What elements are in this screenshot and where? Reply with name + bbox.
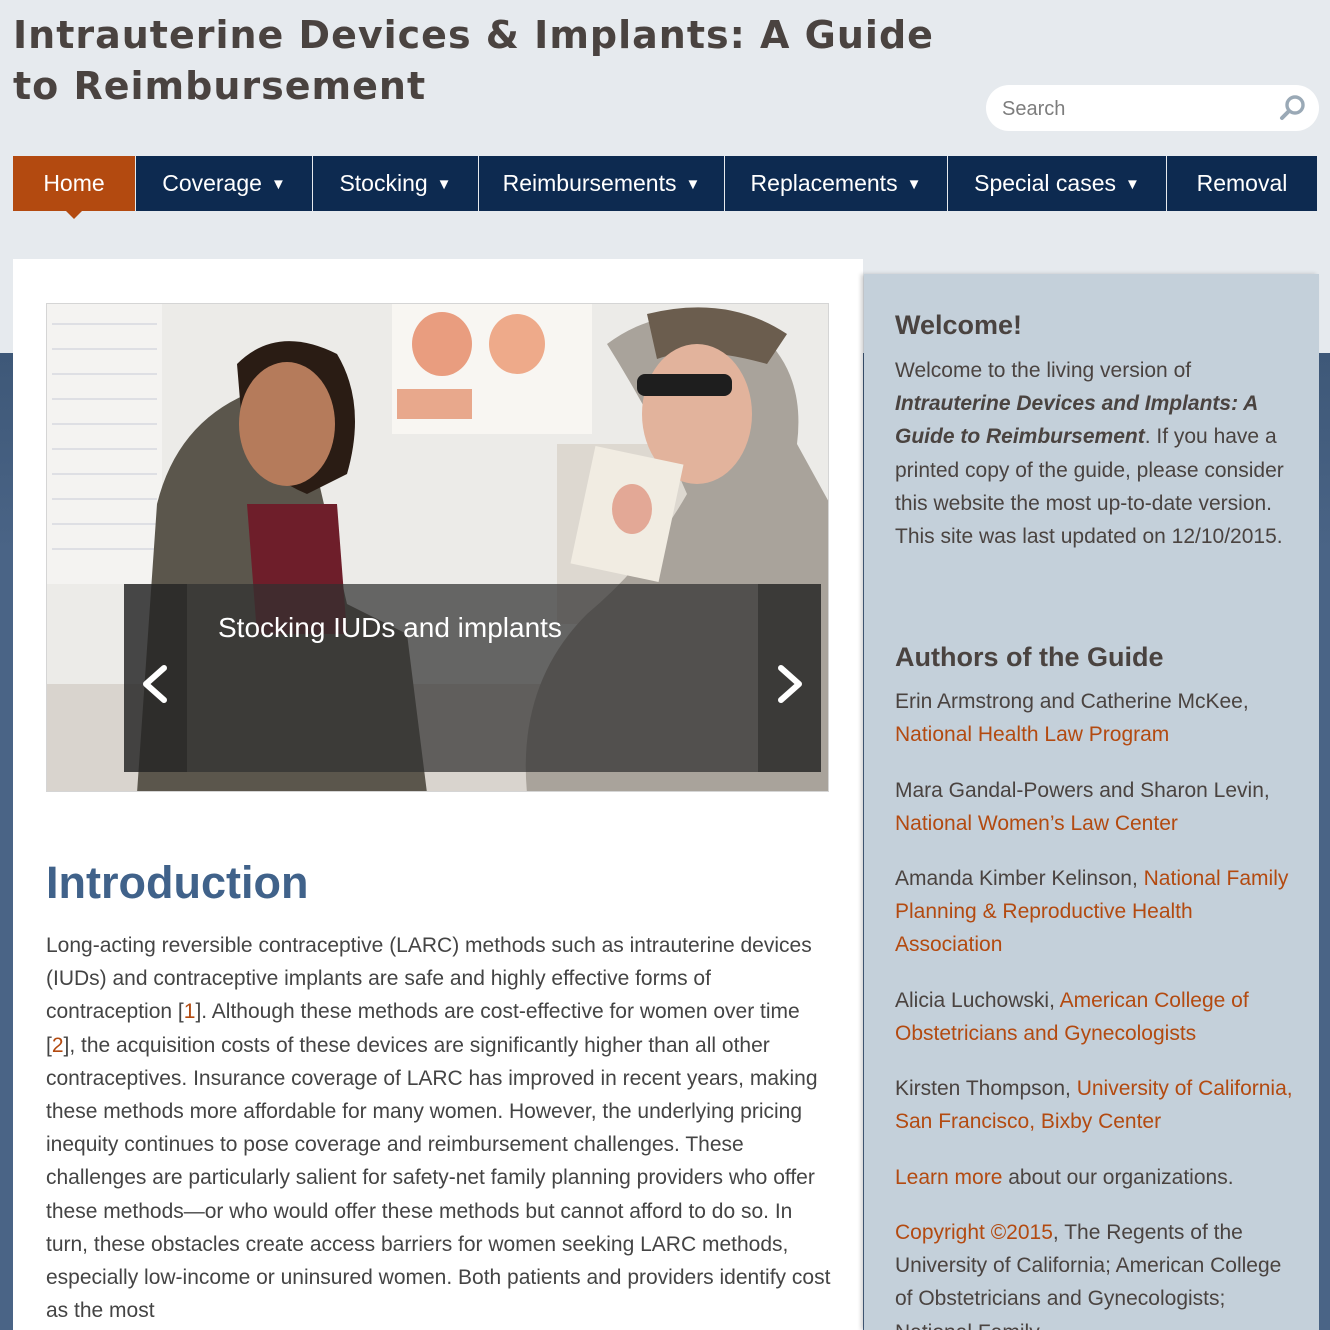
- nav-label: Special cases: [974, 170, 1117, 196]
- author-names: Kirsten Thompson,: [895, 1077, 1077, 1100]
- dropdown-caret-icon: ▼: [685, 176, 701, 193]
- author-names: Alicia Luchowski,: [895, 989, 1060, 1012]
- nav-item-reimbursements[interactable]: Reimbursements ▼: [479, 156, 725, 211]
- nav-label: Home: [43, 170, 105, 196]
- author-entry: Mara Gandal-Powers and Sharon Levin, Nat…: [895, 774, 1295, 840]
- search-icon[interactable]: [1279, 94, 1307, 122]
- search-box: [986, 85, 1319, 133]
- dropdown-caret-icon: ▼: [906, 176, 922, 193]
- author-entry: Amanda Kimber Kelinson, National Family …: [895, 862, 1295, 962]
- learn-more-text: about our organizations.: [1002, 1166, 1234, 1189]
- learn-more-line: Learn more about our organizations.: [895, 1161, 1295, 1194]
- chevron-left-icon[interactable]: [136, 662, 176, 706]
- nav-label: Coverage: [162, 170, 262, 196]
- learn-more-link[interactable]: Learn more: [895, 1166, 1002, 1189]
- nav-label: Reimbursements: [502, 170, 677, 196]
- main-nav: Home Coverage ▼ Stocking ▼ Reimbursement…: [13, 156, 1318, 219]
- nav-label: Removal: [1196, 170, 1288, 196]
- dropdown-caret-icon: ▼: [270, 176, 286, 193]
- site-title[interactable]: Intrauterine Devices & Implants: A Guide…: [13, 10, 973, 112]
- image-slider[interactable]: Stocking IUDs and implants: [46, 303, 829, 792]
- nav-item-replacements[interactable]: Replacements ▼: [725, 156, 948, 211]
- reference-link-1[interactable]: 1: [184, 1000, 196, 1023]
- author-names: Amanda Kimber Kelinson,: [895, 867, 1144, 890]
- slide-caption-panel: Stocking IUDs and implants: [124, 584, 821, 772]
- nav-item-removal[interactable]: Removal: [1167, 156, 1318, 211]
- nav-item-stocking[interactable]: Stocking ▼: [313, 156, 479, 211]
- welcome-text-start: Welcome to the living version of: [895, 359, 1192, 382]
- reference-link-2[interactable]: 2: [52, 1034, 64, 1057]
- org-link[interactable]: National Women’s Law Center: [895, 812, 1178, 835]
- org-link[interactable]: National Health Law Program: [895, 723, 1169, 746]
- intro-heading: Introduction: [46, 857, 309, 908]
- author-entry: Kirsten Thompson, University of Californ…: [895, 1072, 1295, 1138]
- nav-item-home[interactable]: Home: [13, 156, 136, 219]
- welcome-heading: Welcome!: [895, 310, 1023, 340]
- chevron-right-icon[interactable]: [769, 662, 809, 706]
- authors-heading: Authors of the Guide: [895, 642, 1164, 672]
- author-names: Mara Gandal-Powers and Sharon Levin,: [895, 779, 1270, 802]
- search-input[interactable]: [1000, 85, 1264, 133]
- copyright-text: Copyright ©2015, The Regents of the Univ…: [895, 1216, 1295, 1330]
- dropdown-caret-icon: ▼: [1125, 176, 1140, 193]
- nav-label: Stocking: [339, 170, 428, 196]
- nav-label: Replacements: [750, 170, 898, 196]
- author-entry: Erin Armstrong and Catherine McKee, Nati…: [895, 685, 1295, 751]
- author-names: Erin Armstrong and Catherine McKee,: [895, 690, 1249, 713]
- main-content: Stocking IUDs and implants Introduction …: [13, 259, 863, 1330]
- intro-text: ], the acquisition costs of these device…: [46, 1033, 831, 1323]
- copyright-link[interactable]: Copyright ©2015: [895, 1221, 1053, 1244]
- author-entry: Alicia Luchowski, American College of Ob…: [895, 984, 1295, 1050]
- nav-item-special-cases[interactable]: Special cases ▼: [948, 156, 1167, 211]
- dropdown-caret-icon: ▼: [436, 176, 452, 193]
- nav-item-coverage[interactable]: Coverage ▼: [136, 156, 313, 211]
- sidebar: Welcome! Welcome to the living version o…: [864, 274, 1319, 1330]
- welcome-text: Welcome to the living version of Intraut…: [895, 354, 1295, 553]
- slide-caption[interactable]: Stocking IUDs and implants: [218, 612, 562, 644]
- intro-paragraph: Long-acting reversible contraceptive (LA…: [46, 929, 831, 1327]
